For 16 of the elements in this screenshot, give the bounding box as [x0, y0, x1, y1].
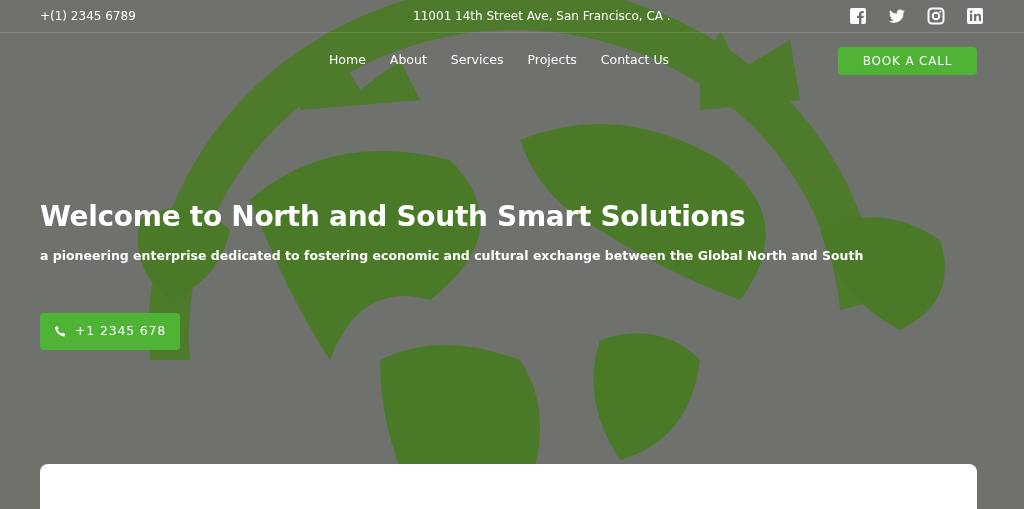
call-button[interactable]: +1 2345 678 — [40, 312, 180, 350]
phone-number: +(1) 2345 6789 — [40, 8, 136, 25]
hero-title: Welcome to North and South Smart Solutions — [40, 199, 747, 235]
nav-link[interactable]: Contact Us — [600, 51, 670, 70]
linkedin-icon[interactable] — [966, 7, 984, 25]
twitter-icon[interactable] — [888, 7, 906, 25]
nav-link[interactable]: Services — [450, 51, 504, 70]
address: 11001 14th Street Ave, San Francisco, CA . — [413, 9, 671, 23]
nav-link[interactable]: About — [389, 51, 427, 70]
hero-subtitle: a pioneering enterprise dedicated to fostering economic and cultural exchange between the Global North and South — [40, 247, 865, 265]
facebook-icon[interactable] — [849, 7, 867, 25]
nav-link[interactable]: Projects — [527, 51, 577, 70]
instagram-icon[interactable] — [927, 7, 945, 25]
phone-icon — [54, 324, 68, 338]
nav-link[interactable]: Home — [328, 51, 366, 70]
book-call-button[interactable]: BOOK A CALL — [838, 46, 977, 75]
